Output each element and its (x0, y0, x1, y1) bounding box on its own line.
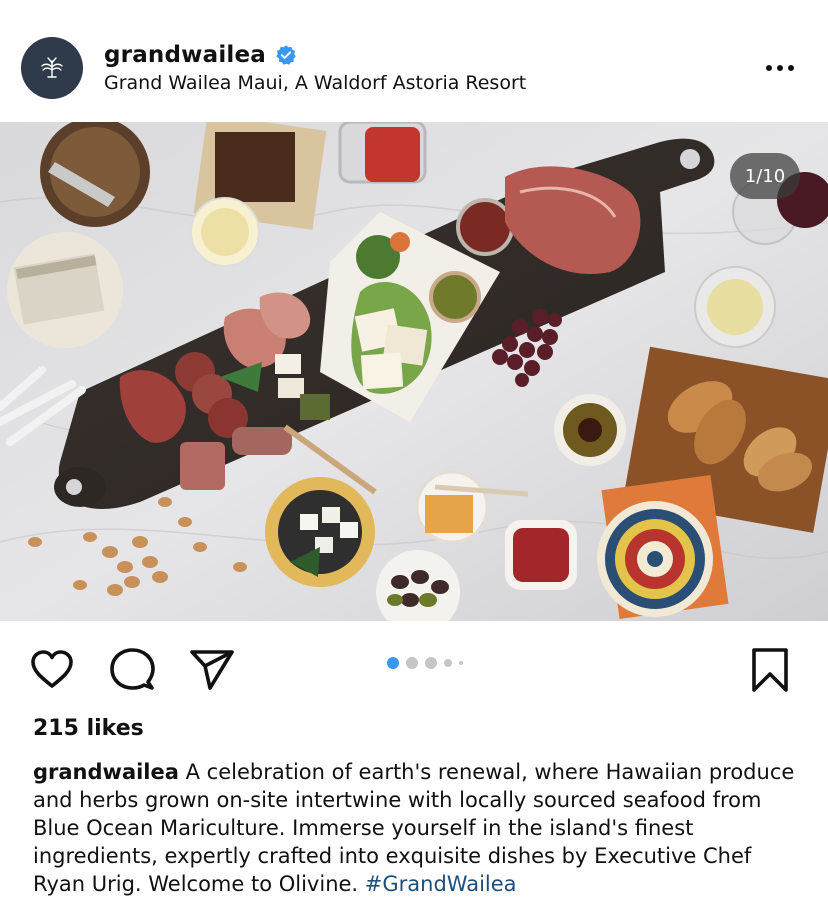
bookmark-icon[interactable] (746, 646, 794, 694)
action-bar (0, 640, 828, 700)
carousel-dot (444, 659, 452, 667)
carousel-dots (387, 657, 463, 669)
carousel-dot (406, 657, 418, 669)
image-counter: 1/10 (730, 153, 800, 199)
carousel-dot (425, 657, 437, 669)
username-row: grandwailea (104, 42, 297, 68)
caption-username[interactable]: grandwailea (33, 760, 179, 784)
likes-count[interactable]: 215 likes (33, 716, 144, 741)
post-header: grandwailea Grand Wailea Maui, A Waldorf… (0, 0, 828, 122)
post-photo[interactable] (0, 122, 828, 621)
comment-icon[interactable] (108, 646, 156, 694)
carousel-dot-active (387, 657, 399, 669)
hashtag-link[interactable]: #GrandWailea (365, 872, 517, 896)
more-dot (777, 65, 783, 71)
send-icon[interactable] (188, 646, 236, 694)
more-dot (788, 65, 794, 71)
heart-icon[interactable] (28, 646, 76, 694)
avatar[interactable] (21, 37, 83, 99)
carousel-dot (459, 661, 463, 665)
location-link[interactable]: Grand Wailea Maui, A Waldorf Astoria Res… (104, 72, 526, 94)
resort-logo-icon (41, 57, 63, 78)
charcuterie-photo (0, 122, 828, 621)
verified-badge-icon (276, 45, 296, 65)
username[interactable]: grandwailea (104, 42, 266, 68)
post-caption: grandwailea A celebration of earth's ren… (33, 758, 803, 898)
more-options-icon[interactable] (766, 58, 806, 78)
more-dot (766, 65, 772, 71)
